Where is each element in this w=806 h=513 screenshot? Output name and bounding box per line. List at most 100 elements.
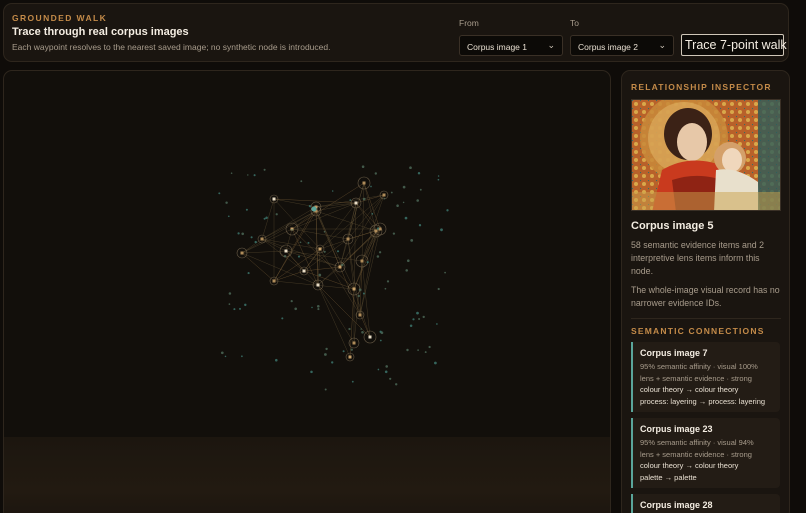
graph-satellite-node bbox=[409, 324, 413, 328]
graph-satellite-node bbox=[446, 209, 449, 212]
graph-node-core bbox=[318, 247, 322, 251]
graph-satellite-node bbox=[370, 185, 372, 188]
graph-satellite-node bbox=[434, 361, 437, 365]
graph-satellite-node bbox=[417, 349, 419, 351]
connection-mapping: colour theory → colour theory bbox=[640, 461, 739, 470]
graph-satellite-node bbox=[360, 328, 363, 330]
graph-satellite-node bbox=[324, 353, 327, 356]
graph-satellite-node bbox=[224, 355, 227, 358]
graph-satellite-node bbox=[325, 347, 328, 351]
graph-satellite-node bbox=[440, 228, 443, 232]
graph-edge bbox=[241, 210, 317, 254]
divider bbox=[631, 318, 781, 319]
graph-node-core bbox=[354, 201, 358, 205]
graph-edge bbox=[363, 182, 381, 230]
connection-card[interactable]: Corpus image 7 95% semantic affinity · v… bbox=[631, 342, 780, 412]
graph-edge bbox=[339, 266, 371, 338]
graph-satellite-node bbox=[342, 350, 345, 353]
graph-node-core bbox=[302, 269, 306, 273]
graph-satellite-node bbox=[376, 255, 380, 258]
graph-satellite-node bbox=[294, 307, 298, 311]
from-select[interactable]: Corpus image 1 ⌄ bbox=[459, 35, 563, 56]
graph-edge bbox=[315, 210, 377, 232]
graph-node-core bbox=[316, 283, 320, 287]
from-label: From bbox=[459, 18, 479, 28]
graph-node-core bbox=[338, 265, 342, 269]
graph-satellite-node bbox=[361, 330, 364, 334]
graph-satellite-node bbox=[417, 171, 421, 175]
graph-satellite-node bbox=[389, 377, 392, 380]
graph-edge bbox=[273, 270, 305, 282]
connection-mapping: palette → palette bbox=[640, 472, 697, 482]
graph-satellite-node bbox=[331, 361, 334, 364]
graph-edge bbox=[317, 284, 355, 344]
node-title: Corpus image 5 bbox=[631, 220, 714, 232]
graph-satellite-node bbox=[376, 227, 380, 230]
graph-satellite-node bbox=[275, 358, 278, 362]
chevron-down-icon: ⌄ bbox=[547, 40, 555, 50]
graph-canvas[interactable] bbox=[3, 70, 611, 513]
graph-satellite-node bbox=[263, 217, 266, 220]
graph-node-core bbox=[368, 335, 372, 339]
graph-satellite-node bbox=[247, 272, 250, 275]
graph-edge bbox=[361, 182, 365, 262]
graph-satellite-node bbox=[386, 280, 390, 283]
graph-satellite-node bbox=[291, 228, 293, 231]
node-description: 58 semantic evidence items and 2 interpr… bbox=[631, 240, 765, 276]
graph-satellite-node bbox=[396, 204, 399, 207]
graph-edge bbox=[317, 284, 351, 358]
graph-satellite-node bbox=[436, 323, 438, 325]
graph-node-core bbox=[346, 237, 350, 241]
connection-title: Corpus image 7 bbox=[640, 348, 708, 358]
section-kicker: GROUNDED WALK bbox=[12, 13, 108, 23]
graph-satellite-node bbox=[237, 232, 240, 235]
walk-header: GROUNDED WALK Trace through real corpus … bbox=[3, 3, 789, 62]
graph-edge bbox=[339, 202, 357, 268]
graph-satellite-node bbox=[390, 191, 393, 194]
graph-satellite-node bbox=[384, 287, 387, 290]
selected-node[interactable] bbox=[311, 206, 317, 212]
graph-satellite-node bbox=[241, 232, 244, 236]
graph-satellite-node bbox=[323, 250, 326, 253]
graph-satellite-node bbox=[392, 232, 396, 235]
graph-satellite-node bbox=[374, 172, 377, 175]
graph-satellite-node bbox=[404, 216, 408, 220]
to-select-value: Corpus image 2 bbox=[578, 42, 639, 52]
graph-satellite-node bbox=[437, 287, 440, 291]
graph-node-core bbox=[352, 287, 356, 291]
connection-basis: lens + semantic evidence · strong bbox=[640, 449, 752, 459]
graph-edge bbox=[315, 202, 357, 212]
graph-satellite-node bbox=[308, 204, 312, 208]
graph-satellite-node bbox=[253, 174, 256, 177]
trace-walk-button[interactable]: Trace 7-point walk bbox=[681, 34, 787, 56]
graph-edge bbox=[241, 238, 263, 254]
graph-satellite-node bbox=[245, 208, 248, 211]
graph-edge bbox=[241, 252, 275, 282]
network-graph[interactable] bbox=[4, 71, 611, 513]
graph-satellite-node bbox=[361, 165, 365, 168]
graph-satellite-node bbox=[428, 345, 431, 349]
graph-node-core bbox=[272, 279, 276, 283]
graph-satellite-node bbox=[409, 166, 412, 170]
graph-satellite-node bbox=[406, 348, 409, 352]
graph-satellite-node bbox=[307, 241, 310, 244]
graph-satellite-node bbox=[254, 240, 257, 244]
graph-satellite-node bbox=[351, 380, 354, 383]
connection-card[interactable]: Corpus image 23 95% semantic affinity · … bbox=[631, 418, 780, 488]
graph-edge bbox=[291, 202, 357, 230]
graph-satellite-node bbox=[422, 315, 425, 319]
graph-satellite-node bbox=[250, 236, 253, 239]
graph-satellite-node bbox=[228, 292, 232, 295]
graph-satellite-node bbox=[406, 259, 410, 263]
graph-satellite-node bbox=[239, 307, 241, 310]
to-select[interactable]: Corpus image 2 ⌄ bbox=[570, 35, 674, 56]
graph-satellite-node bbox=[324, 388, 327, 391]
graph-satellite-node bbox=[377, 368, 380, 371]
connection-card[interactable]: Corpus image 28 bbox=[631, 494, 780, 513]
graph-satellite-node bbox=[247, 174, 249, 176]
graph-satellite-node bbox=[299, 241, 302, 244]
graph-edge bbox=[273, 206, 317, 282]
graph-satellite-node bbox=[383, 197, 386, 200]
connection-affinity: 95% semantic affinity · visual 100% bbox=[640, 362, 758, 371]
from-select-value: Corpus image 1 bbox=[467, 42, 528, 52]
